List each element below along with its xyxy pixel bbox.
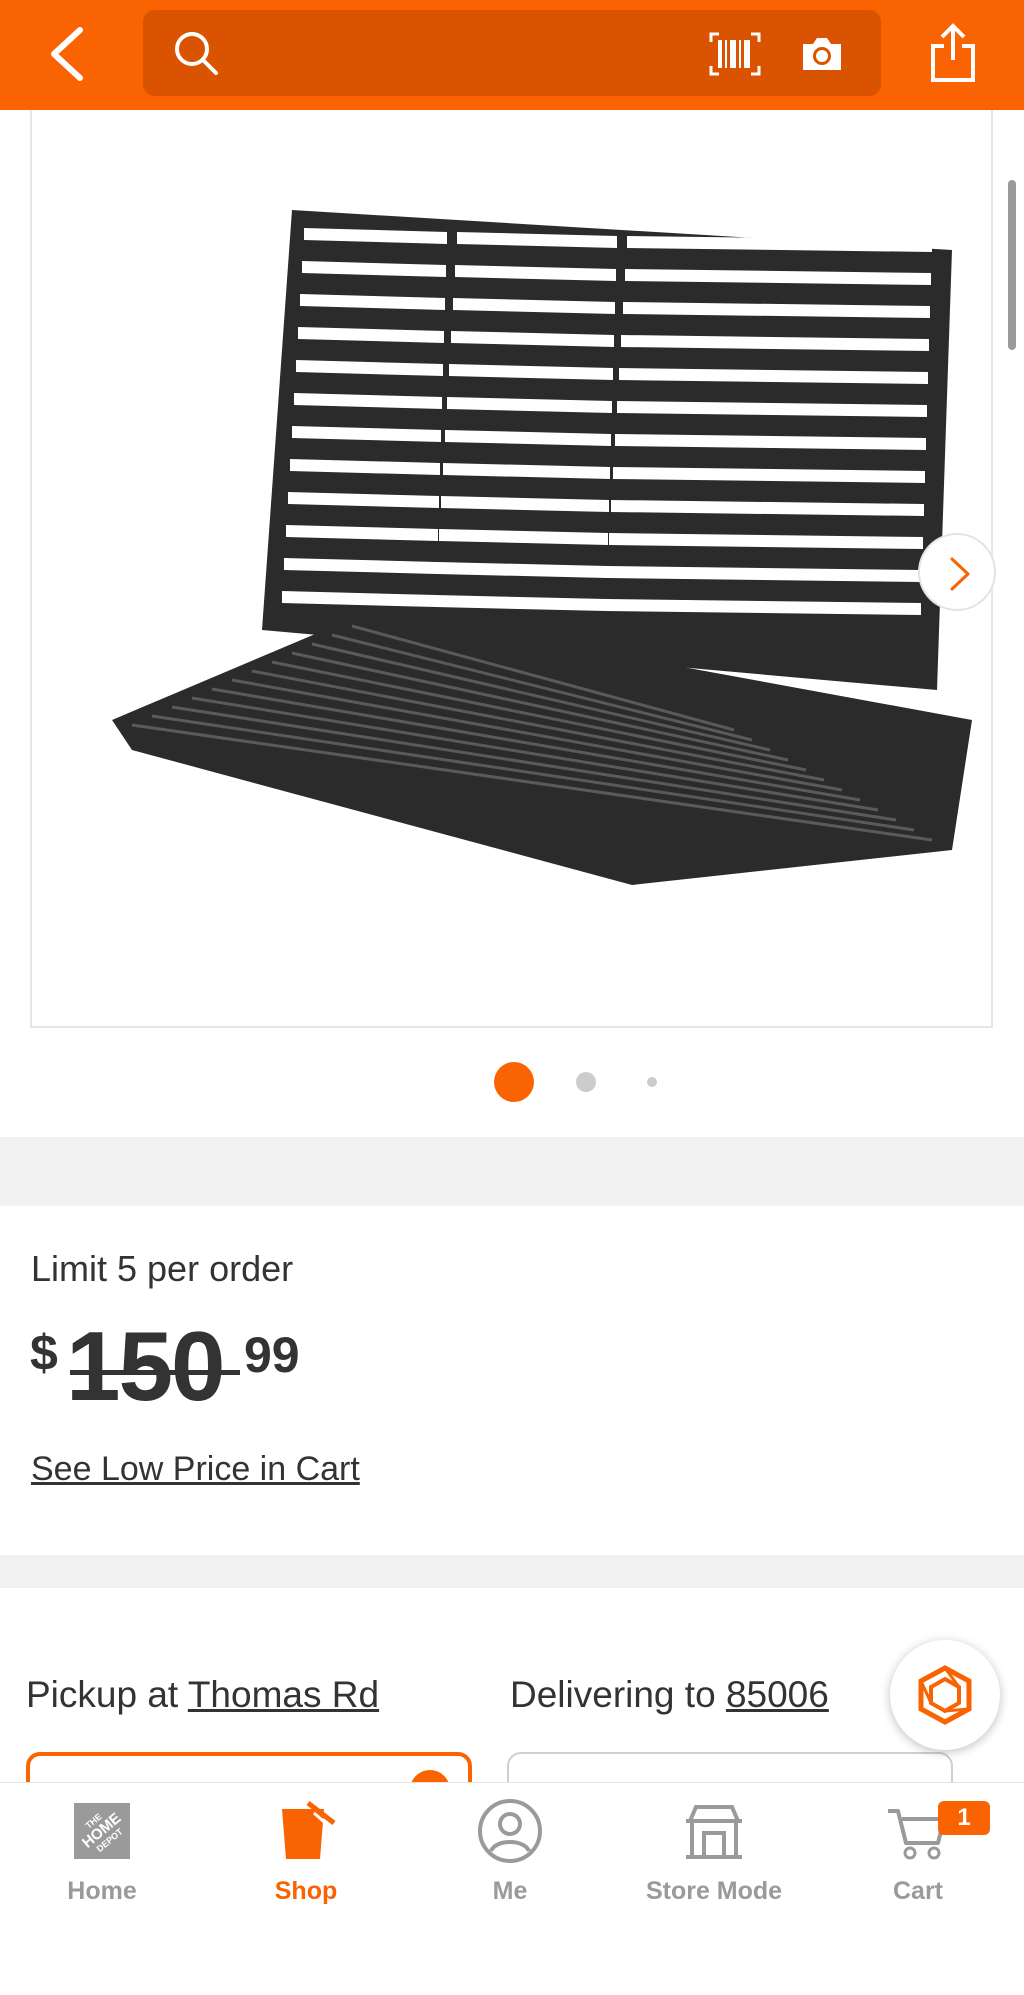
tab-label-shop: Shop: [274, 1877, 338, 1905]
price-section: Limit 5 per order $ 150 99 See Low Price…: [0, 1206, 1024, 1555]
tab-home[interactable]: THE HOME DEPOT Home: [0, 1783, 204, 1905]
section-divider: [0, 1137, 1024, 1206]
share-button[interactable]: [928, 22, 978, 84]
tab-cart[interactable]: 1 Cart: [816, 1783, 1020, 1905]
camera-icon[interactable]: [799, 32, 845, 74]
hexagon-chat-icon: [918, 1665, 972, 1725]
store-icon: [686, 1805, 742, 1859]
price-currency: $: [30, 1325, 58, 1381]
delivery-zip-link[interactable]: 85006: [726, 1674, 829, 1715]
tab-me[interactable]: Me: [408, 1783, 612, 1905]
search-input[interactable]: [143, 10, 881, 96]
product-image-card: [0, 110, 1024, 1137]
gallery-pagination: [0, 1062, 1024, 1102]
tab-label-me: Me: [492, 1877, 528, 1905]
cart-count-badge: 1: [938, 1801, 990, 1835]
price-dollars: 150: [66, 1311, 226, 1421]
search-icon: [175, 32, 218, 75]
purchase-limit-text: Limit 5 per order: [31, 1248, 294, 1289]
tab-label-home: Home: [67, 1877, 137, 1905]
product-image-gallery[interactable]: [30, 110, 996, 1028]
user-icon: [478, 1799, 542, 1863]
see-low-price-link[interactable]: See Low Price in Cart: [31, 1450, 360, 1489]
barcode-icon[interactable]: [709, 32, 761, 76]
pagination-dot[interactable]: [576, 1072, 596, 1092]
scrollbar[interactable]: [1008, 180, 1016, 350]
back-button[interactable]: [44, 24, 92, 84]
pickup-store-link[interactable]: Thomas Rd: [188, 1674, 379, 1715]
bottom-tab-bar: THE HOME DEPOT Home Shop Me Store Mode 1…: [0, 1782, 1024, 1995]
next-image-button[interactable]: [918, 533, 996, 611]
pickup-heading: Pickup at Thomas Rd: [26, 1674, 379, 1716]
chevron-right-icon: [950, 557, 970, 591]
tab-label-store-mode: Store Mode: [645, 1877, 783, 1905]
product-image: [112, 210, 972, 885]
delivery-prefix: Delivering to: [510, 1674, 716, 1715]
back-icon: [51, 27, 83, 81]
pickup-prefix: Pickup at: [26, 1674, 179, 1715]
price-strikethrough: [70, 1370, 240, 1375]
pagination-dot-active[interactable]: [494, 1062, 534, 1102]
delivery-heading: Delivering to 85006: [510, 1674, 829, 1716]
home-depot-logo-icon: THE HOME DEPOT: [74, 1803, 130, 1859]
tab-store-mode[interactable]: Store Mode: [612, 1783, 816, 1905]
tab-shop[interactable]: Shop: [204, 1783, 408, 1905]
tab-label-cart: Cart: [892, 1877, 943, 1905]
chat-assistant-button[interactable]: [890, 1640, 1000, 1750]
top-app-bar: [0, 0, 1024, 110]
price-cents: 99: [244, 1327, 300, 1383]
share-icon: [931, 23, 975, 82]
shop-bucket-icon: [282, 1801, 336, 1859]
pagination-dot[interactable]: [647, 1077, 657, 1087]
section-divider: [0, 1555, 1024, 1588]
